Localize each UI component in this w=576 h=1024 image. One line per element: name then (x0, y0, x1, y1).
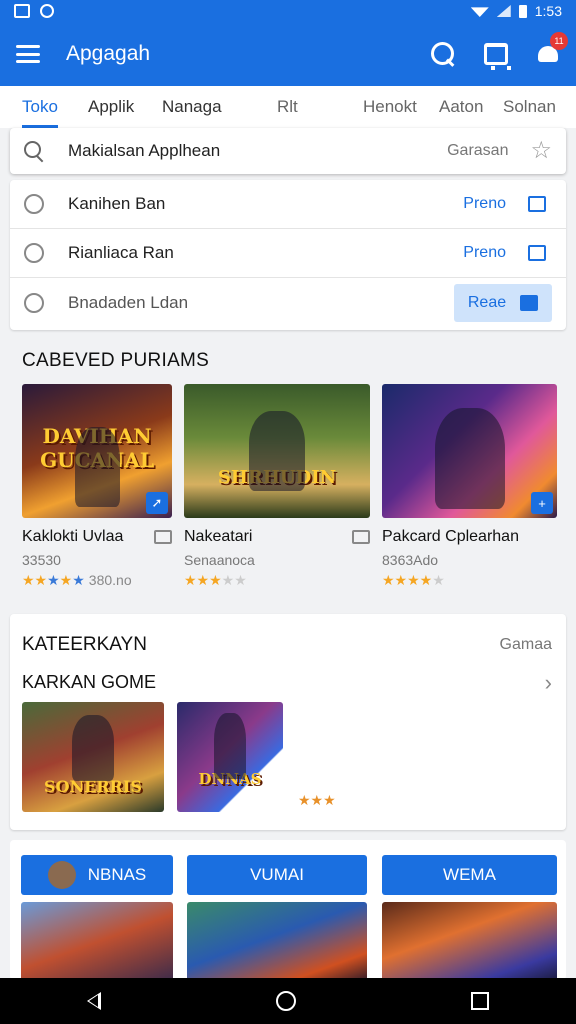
game-name: Nakeatari (184, 528, 253, 545)
tab-solnan[interactable]: Solnan (503, 86, 556, 128)
notification-icon[interactable]: 11 (536, 32, 568, 66)
category-label: VUMAI (250, 865, 304, 884)
game-art[interactable]: + (382, 384, 557, 518)
search-scope[interactable]: Garasan (447, 142, 508, 160)
tab-henokt[interactable]: Henokt (363, 86, 417, 128)
search-icon[interactable] (430, 41, 456, 67)
app-title: Apgagah (66, 42, 151, 65)
list-item-label: Bnadaden Ldan (68, 292, 189, 312)
add-icon[interactable]: + (531, 492, 553, 514)
category-image[interactable] (382, 902, 557, 982)
radio-button[interactable] (24, 194, 44, 214)
avatar (47, 861, 76, 889)
list-item-tag: Preno (463, 195, 506, 212)
panel-subtitle: KARKAN GOME (22, 672, 157, 692)
category-image[interactable] (21, 902, 173, 982)
clock: 1:53 (534, 3, 562, 19)
panel-title: KATEERKAYN (22, 634, 147, 655)
list-item-label: Rianliaca Ran (68, 243, 174, 262)
selected-tag-box[interactable]: Reae (454, 283, 552, 322)
home-icon[interactable] (275, 991, 296, 1011)
menu-icon[interactable] (16, 45, 40, 63)
game-card[interactable]: DAVIHAN GUCANAL ➚ Kaklokti Uvlaa 33530 ★… (22, 384, 172, 589)
game-subtitle: 33530 (22, 552, 61, 568)
tab-aaton[interactable]: Aaton (439, 86, 483, 128)
game-card[interactable]: SHRHUDIN Nakeatari Senaanoca ★★★★★ (184, 384, 370, 589)
share-icon[interactable]: ➚ (146, 492, 168, 514)
game-name: Pakcard Cplearhan (382, 528, 519, 545)
radio-button[interactable] (24, 243, 44, 263)
panel-action[interactable]: Gamaa (500, 636, 552, 654)
game-card[interactable]: + Pakcard Cplearhan 8363Ado ★★★★★ (382, 384, 557, 589)
notification-badge: 11 (550, 32, 568, 50)
tab-toko[interactable]: Toko (22, 86, 58, 128)
tab-applik[interactable]: Applik (88, 86, 134, 128)
star-outline-icon[interactable]: ☆ (530, 139, 552, 163)
system-nav-bar (0, 978, 576, 1024)
list-item[interactable]: Bnadaden Ldan Reae (10, 278, 566, 327)
star-rating: ★★★ (298, 792, 336, 808)
radio-button[interactable] (24, 292, 44, 313)
checkbox-icon[interactable] (528, 196, 546, 212)
chevron-right-icon[interactable]: › (545, 670, 552, 696)
back-icon[interactable] (87, 992, 102, 1010)
game-art[interactable]: SHRHUDIN (184, 384, 370, 518)
media-icon (352, 530, 370, 544)
status-bar: 1:53 (0, 0, 576, 22)
list-item-label: Kanihen Ban (68, 194, 166, 213)
category-panel: KATEERKAYN Gamaa KARKAN GOME › SONERRIS … (10, 614, 566, 830)
signal-icon (496, 5, 511, 17)
search-query[interactable]: Makialsan Applhean (68, 141, 220, 161)
recent-apps-icon[interactable] (470, 992, 489, 1010)
category-label: WEMA (443, 865, 496, 884)
app-bar: Apgagah 11 (0, 22, 576, 86)
game-thumbnail[interactable]: DNNAS (177, 702, 283, 812)
checkbox-checked-icon[interactable] (520, 294, 539, 311)
battery-icon (518, 4, 527, 18)
list-item[interactable]: Rianliaca Ran Preno (10, 229, 566, 278)
star-rating: ★★★★★ 380.no (22, 572, 132, 588)
section-title: CABEVED PURIAMS (22, 350, 210, 371)
checkbox-icon[interactable] (528, 245, 546, 261)
gallery-icon (14, 4, 30, 18)
search-icon (24, 141, 44, 161)
cart-icon[interactable] (484, 43, 511, 70)
search-bar[interactable]: Makialsan Applhean Garasan ☆ (10, 128, 566, 174)
tab-bar: Toko Applik Nanaga Rlt Henokt Aaton Soln… (0, 86, 576, 128)
game-carousel: DAVIHAN GUCANAL ➚ Kaklokti Uvlaa 33530 ★… (0, 384, 576, 604)
game-subtitle: Senaanoca (184, 552, 255, 568)
list-item-tag: Preno (463, 244, 506, 261)
star-rating: ★★★★★ (184, 572, 247, 588)
rating-count: 380.no (88, 572, 132, 588)
star-rating: ★★★★★ (382, 572, 445, 588)
sync-icon (40, 4, 54, 18)
game-art[interactable]: DAVIHAN GUCANAL ➚ (22, 384, 172, 518)
category-label: NBNAS (87, 865, 147, 884)
game-thumbnail[interactable]: SONERRIS (22, 702, 164, 812)
category-row: NBNAS VUMAI WEMA (10, 840, 566, 982)
game-name: Kaklokti Uvlaa (22, 528, 124, 545)
category-image[interactable] (187, 902, 367, 982)
category-button[interactable]: NBNAS (21, 855, 173, 895)
list-item-tag: Reae (467, 293, 507, 311)
game-subtitle: 8363Ado (382, 552, 439, 568)
tab-nanaga[interactable]: Nanaga (162, 86, 222, 128)
category-button[interactable]: WEMA (382, 855, 557, 895)
media-icon (154, 530, 172, 544)
category-button[interactable]: VUMAI (187, 855, 367, 895)
tab-rlt[interactable]: Rlt (277, 86, 298, 128)
wifi-icon (470, 7, 489, 17)
list-item[interactable]: Kanihen Ban Preno (10, 180, 566, 229)
option-list: Kanihen Ban Preno Rianliaca Ran Preno Bn… (10, 180, 566, 330)
